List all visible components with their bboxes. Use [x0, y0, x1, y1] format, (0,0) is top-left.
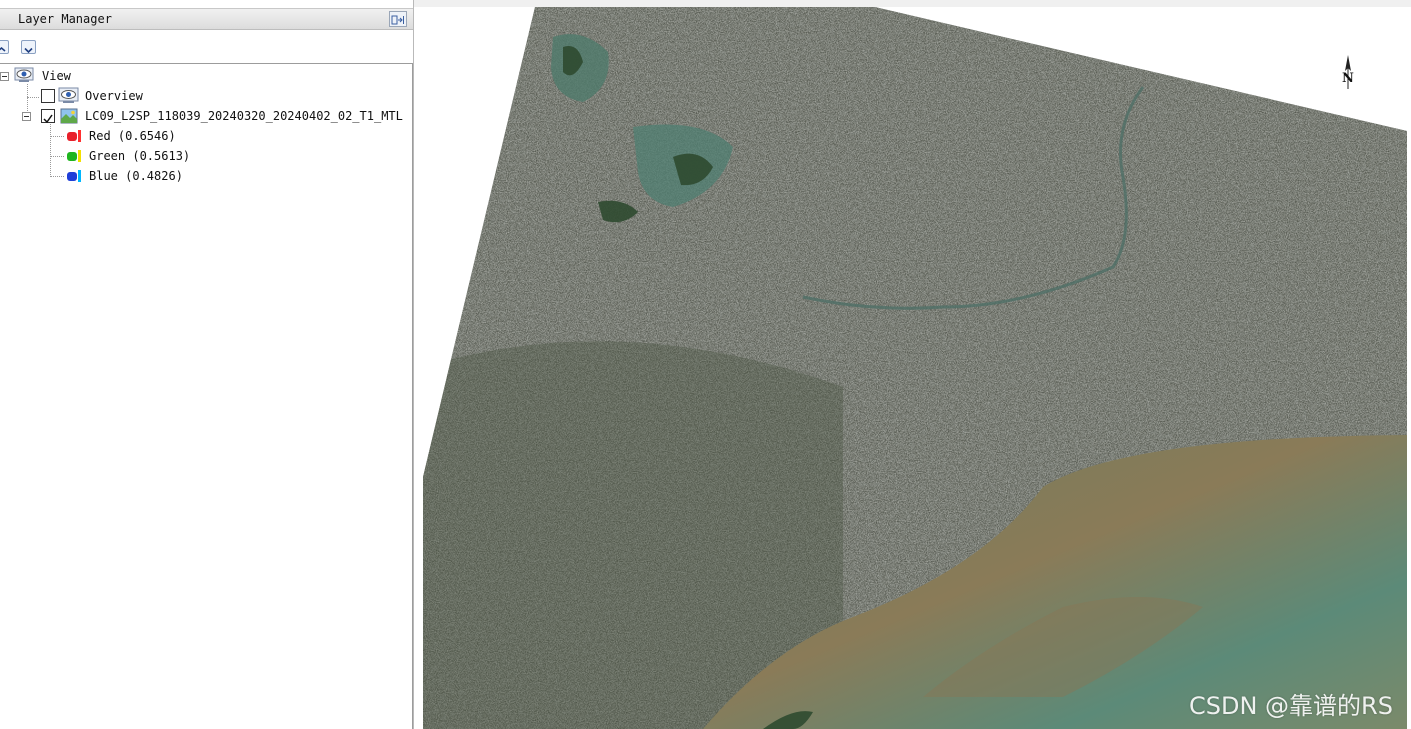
tree-item-label: View — [42, 69, 71, 83]
chevron-up-icon — [0, 46, 6, 52]
band-color-swatch — [67, 132, 77, 141]
band-label: Green (0.5613) — [89, 149, 191, 163]
collapse-all-button[interactable] — [0, 40, 9, 54]
map-top-strip — [414, 0, 1411, 7]
collapse-toggle[interactable] — [22, 112, 31, 121]
north-arrow-icon: N — [1342, 55, 1354, 89]
panel-toolbar — [0, 40, 413, 56]
overview-eye-icon — [58, 87, 79, 103]
chevron-down-icon — [24, 47, 33, 54]
band-color-icon — [67, 170, 81, 182]
satellite-image — [423, 7, 1407, 729]
band-color-icon — [67, 150, 81, 162]
band-color-swatch — [67, 152, 77, 161]
band-color-icon — [67, 130, 81, 142]
panel-titlebar: Layer Manager — [0, 8, 413, 30]
north-label: N — [1342, 71, 1354, 86]
tree-item-view[interactable]: View — [0, 67, 413, 85]
dock-icon — [391, 15, 404, 25]
tree-item-raster-layer[interactable]: LC09_L2SP_118039_20240320_20240402_02_T1… — [0, 107, 413, 125]
layer-checkbox[interactable] — [41, 109, 55, 124]
watermark-text: CSDN @靠谱的RS — [1189, 692, 1393, 720]
map-view[interactable]: N — [423, 7, 1407, 729]
checkmark-icon — [43, 114, 53, 124]
panel-title: Layer Manager — [18, 12, 112, 26]
scene-footprint — [423, 7, 1407, 729]
band-color-bar — [78, 170, 81, 182]
band-label: Blue (0.4826) — [89, 169, 183, 183]
band-item[interactable]: Red (0.6546) — [0, 127, 413, 145]
dock-panel-button[interactable] — [389, 11, 407, 27]
tree-item-overview[interactable]: Overview — [0, 87, 413, 105]
collapse-toggle[interactable] — [0, 72, 9, 81]
layer-tree: View Overview LC09_L2SP_118039_20240320_… — [0, 63, 413, 729]
band-label: Red (0.6546) — [89, 129, 176, 143]
band-color-bar — [78, 130, 81, 142]
expand-all-button[interactable] — [21, 40, 36, 54]
layer-manager-panel: Layer Manager View Overview LC09_L2SP_11… — [0, 0, 414, 729]
band-item[interactable]: Green (0.5613) — [0, 147, 413, 165]
band-color-swatch — [67, 172, 77, 181]
band-item[interactable]: Blue (0.4826) — [0, 167, 413, 185]
overview-checkbox[interactable] — [41, 89, 55, 103]
raster-layer-icon — [60, 108, 78, 124]
tree-item-label: LC09_L2SP_118039_20240320_20240402_02_T1… — [85, 109, 403, 123]
tree-item-label: Overview — [85, 89, 143, 103]
band-color-bar — [78, 150, 81, 162]
view-eye-icon — [14, 67, 34, 82]
